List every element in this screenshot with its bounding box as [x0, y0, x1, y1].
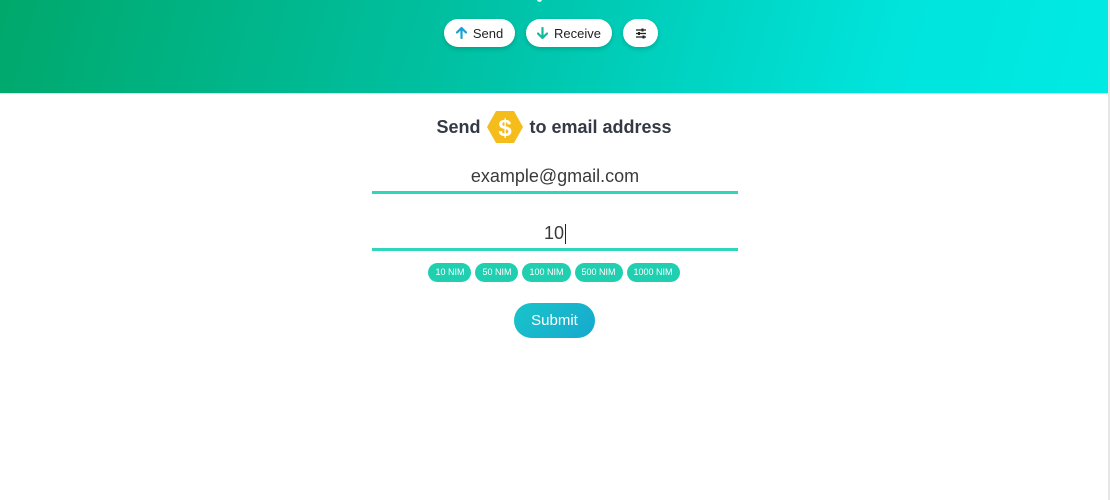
quick-amount-500[interactable]: 500 NIM	[574, 263, 623, 282]
quick-amount-100[interactable]: 100 NIM	[522, 263, 571, 282]
title-suffix: to email address	[529, 116, 672, 137]
sliders-icon	[635, 28, 647, 39]
amount-field[interactable]: 10	[372, 219, 738, 251]
quick-amount-10[interactable]: 10 NIM	[428, 263, 472, 282]
nim-coin-icon: $	[486, 110, 524, 144]
text-caret	[565, 224, 567, 245]
send-button[interactable]: Send	[444, 19, 515, 47]
title-prefix: Send	[436, 116, 481, 137]
submit-button-label: Submit	[531, 312, 578, 329]
svg-text:$: $	[499, 115, 513, 142]
arrow-down-icon	[537, 27, 549, 39]
arrow-up-icon	[455, 27, 467, 39]
form-title: Send $ to email address	[0, 108, 1108, 146]
receive-button-label: Receive	[554, 25, 601, 41]
send-button-label: Send	[472, 25, 504, 41]
header-divider	[0, 93, 1108, 94]
receive-button[interactable]: Receive	[526, 19, 612, 47]
amount-value: 10	[543, 223, 565, 243]
settings-button[interactable]	[623, 19, 658, 47]
email-field[interactable]: example@gmail.com	[372, 162, 738, 194]
submit-button[interactable]: Submit	[514, 303, 595, 338]
email-value: example@gmail.com	[470, 166, 640, 186]
quick-amount-chips: 10 NIM 50 NIM 100 NIM 500 NIM 1000 NIM	[0, 263, 1108, 282]
quick-amount-50[interactable]: 50 NIM	[475, 263, 519, 282]
quick-amount-1000[interactable]: 1000 NIM	[626, 263, 680, 282]
